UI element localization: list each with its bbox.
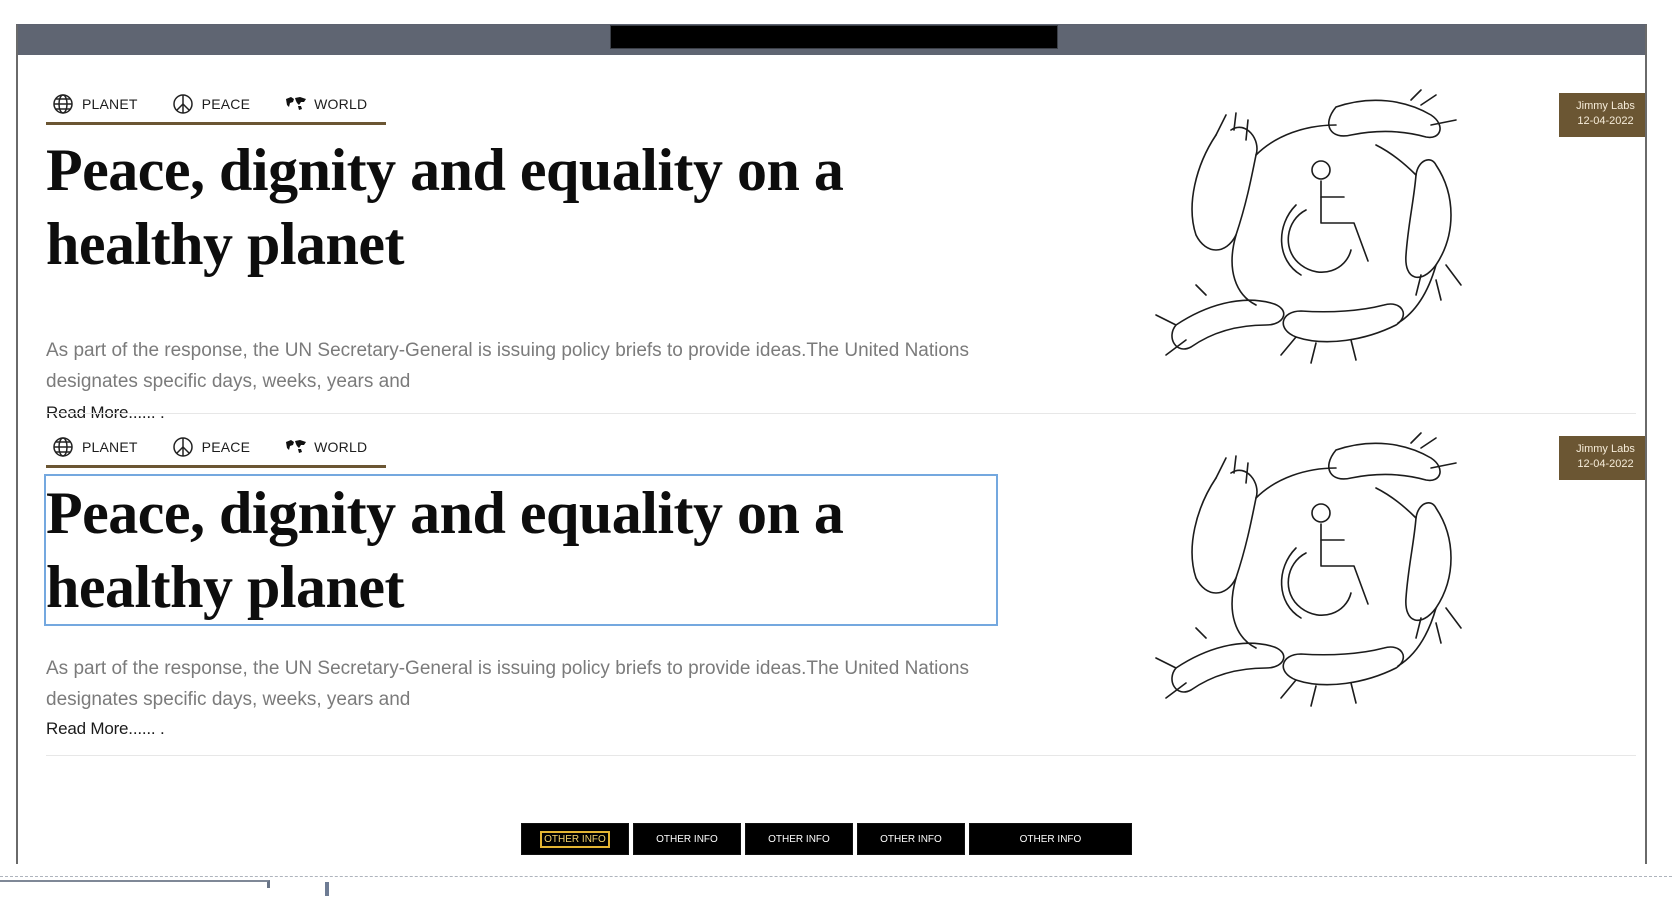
author-date-badge: Jimmy Labs 12-04-2022: [1559, 93, 1645, 137]
nav-button-label: OTHER INFO: [1019, 833, 1082, 845]
nav-button-2[interactable]: OTHER INFO: [633, 823, 741, 855]
tag-list: PLANET PEACE WORLD: [46, 428, 386, 468]
page-frame: PLANET PEACE WORLD Peace, dignity and eq…: [16, 24, 1647, 864]
nav-button-label: OTHER INFO: [656, 833, 718, 845]
tag-label: PLANET: [82, 95, 138, 112]
tag-label: WORLD: [314, 438, 368, 455]
tag-peace[interactable]: PEACE: [172, 436, 250, 458]
author-date-badge: Jimmy Labs 12-04-2022: [1559, 436, 1645, 480]
article-divider: [46, 755, 1636, 756]
world-map-icon: [284, 436, 307, 458]
nav-button-label: OTHER INFO: [768, 833, 830, 845]
article-headline[interactable]: Peace, dignity and equality on a healthy…: [46, 133, 996, 281]
article-divider: [46, 413, 1636, 414]
status-marker: [325, 882, 329, 896]
tag-label: PEACE: [201, 438, 251, 455]
peace-icon: [172, 436, 194, 458]
peace-icon: [172, 93, 194, 115]
status-left-edge: [0, 880, 270, 888]
post-date: 12-04-2022: [1577, 115, 1634, 127]
read-more-link[interactable]: Read More...... .: [46, 719, 165, 739]
article-card: PLANET PEACE WORLD Peace, dignity and eq…: [46, 85, 1645, 425]
nav-button-1[interactable]: OTHER INFO: [521, 823, 629, 855]
tag-list: PLANET PEACE WORLD: [46, 85, 386, 125]
status-strip: [0, 876, 1672, 877]
article-card: PLANET PEACE WORLD Peace, dignity and eq…: [44, 428, 1645, 768]
tag-world[interactable]: WORLD: [284, 436, 367, 458]
article-headline[interactable]: Peace, dignity and equality on a healthy…: [44, 474, 998, 626]
tag-label: WORLD: [314, 95, 368, 112]
top-bar-tab[interactable]: [610, 25, 1058, 49]
article-excerpt: As part of the response, the UN Secretar…: [46, 658, 970, 710]
nav-button-5[interactable]: OTHER INFO: [969, 823, 1132, 855]
hands-around-wheelchair-icon: [1136, 428, 1516, 728]
author-name: Jimmy Labs: [1576, 443, 1635, 455]
world-map-icon: [284, 93, 307, 115]
author-name: Jimmy Labs: [1576, 100, 1635, 112]
nav-button-label: OTHER INFO: [540, 830, 610, 848]
tag-planet[interactable]: PLANET: [52, 436, 138, 458]
nav-button-4[interactable]: OTHER INFO: [857, 823, 965, 855]
tag-label: PLANET: [82, 438, 138, 455]
tag-planet[interactable]: PLANET: [52, 93, 138, 115]
tag-label: PEACE: [201, 95, 251, 112]
globe-icon: [52, 436, 74, 458]
top-bar: [18, 25, 1645, 55]
hands-around-wheelchair-icon: [1136, 85, 1516, 385]
tag-world[interactable]: WORLD: [284, 93, 367, 115]
globe-icon: [52, 93, 74, 115]
nav-button-label: OTHER INFO: [880, 833, 942, 845]
tag-peace[interactable]: PEACE: [172, 93, 250, 115]
bottom-navigation: OTHER INFO OTHER INFO OTHER INFO OTHER I…: [521, 823, 1132, 855]
nav-button-3[interactable]: OTHER INFO: [745, 823, 853, 855]
article-excerpt: As part of the response, the UN Secretar…: [46, 340, 970, 392]
post-date: 12-04-2022: [1577, 458, 1634, 470]
